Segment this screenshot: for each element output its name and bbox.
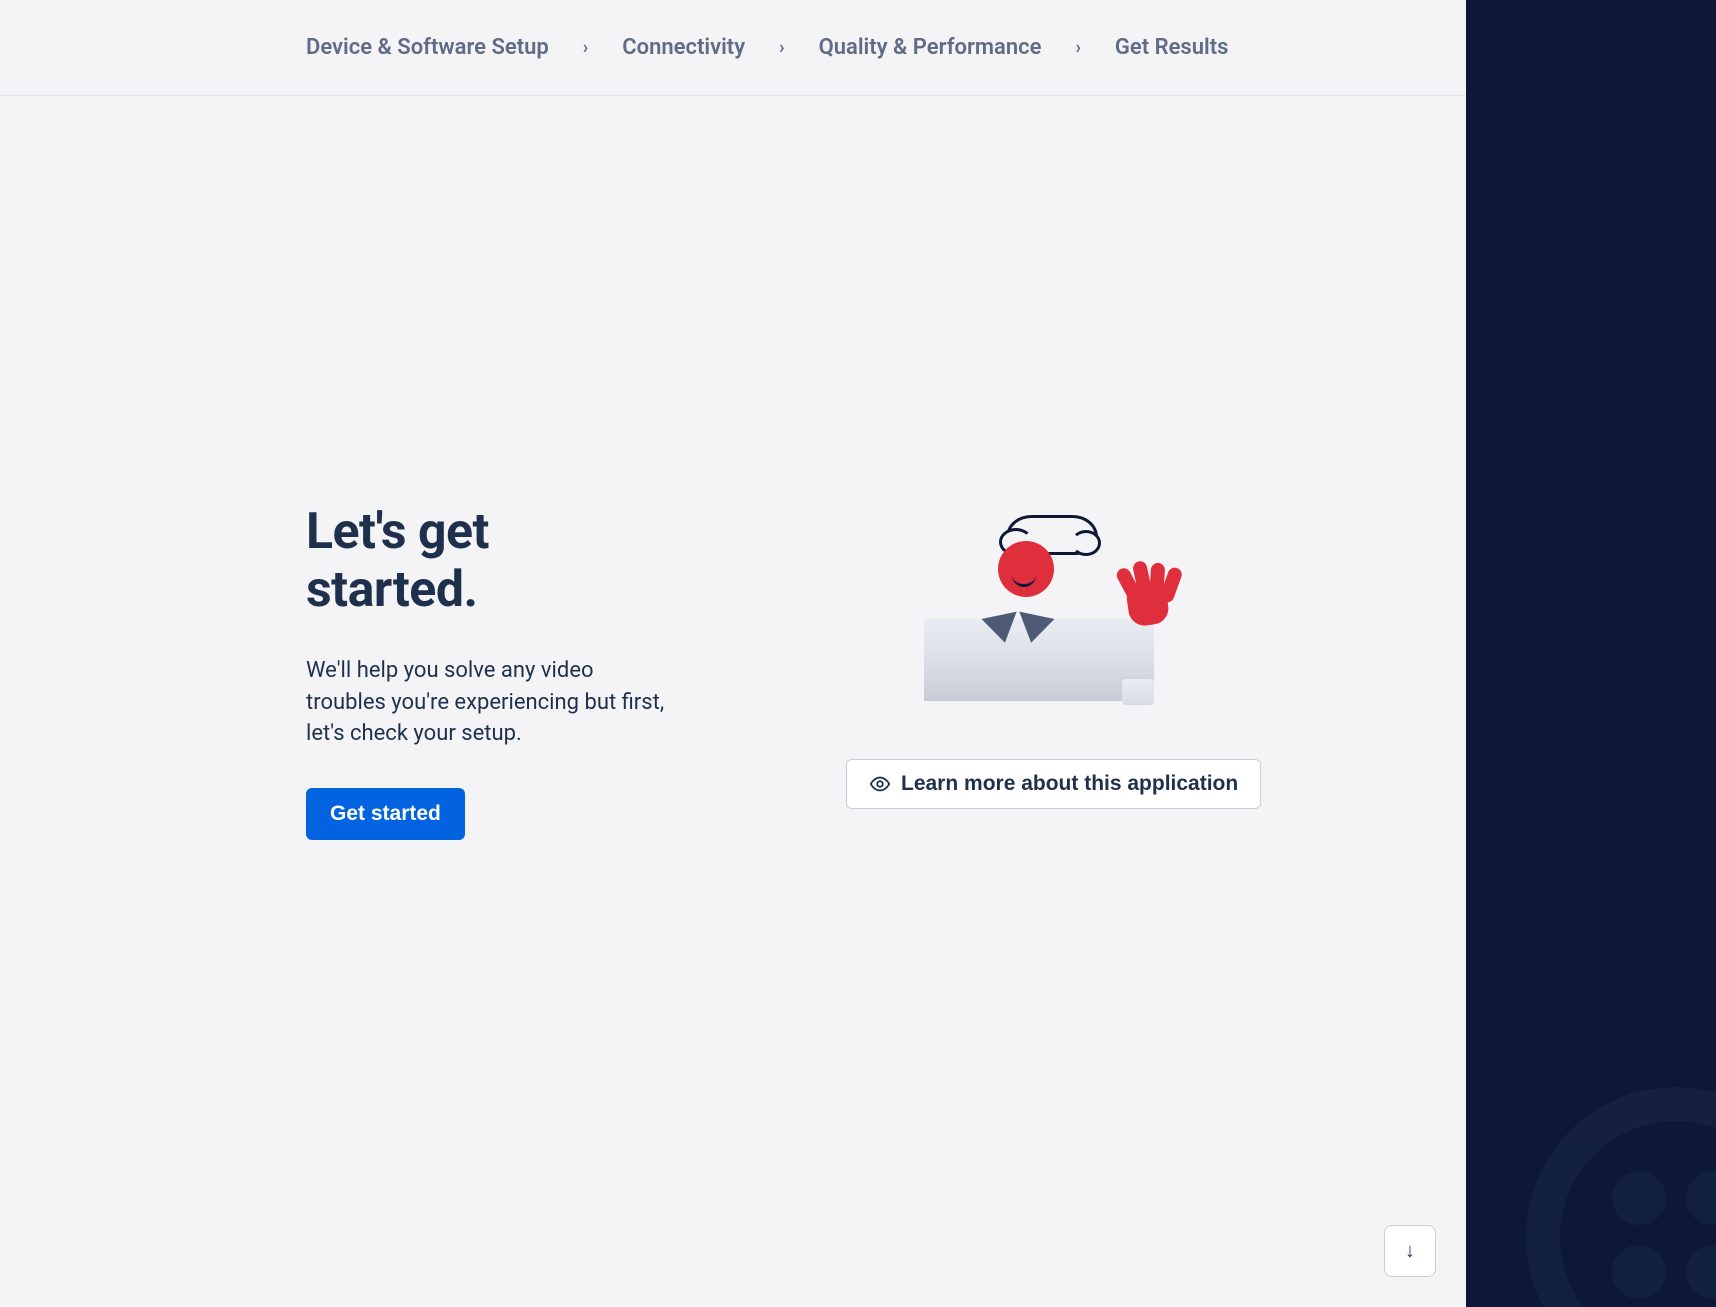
brand-sidebar	[1466, 0, 1716, 1307]
main-content: Let's get started. We'll help you solve …	[0, 96, 1466, 1307]
steps-bar: Device & Software Setup › Connectivity ›…	[0, 0, 1466, 96]
learn-more-label: Learn more about this application	[901, 772, 1238, 796]
step-connectivity[interactable]: Connectivity	[622, 35, 745, 60]
arrow-down-icon: ↓	[1405, 1240, 1415, 1263]
step-quality-performance[interactable]: Quality & Performance	[819, 35, 1042, 60]
page-description: We'll help you solve any video troubles …	[306, 655, 666, 751]
eye-icon	[869, 773, 891, 795]
waving-person-illustration	[924, 511, 1184, 701]
chevron-right-icon: ›	[1075, 39, 1080, 57]
step-get-results[interactable]: Get Results	[1115, 35, 1229, 60]
step-device-software[interactable]: Device & Software Setup	[306, 35, 549, 60]
get-started-button[interactable]: Get started	[306, 788, 465, 840]
chevron-right-icon: ›	[583, 39, 588, 57]
brand-logo-icon	[1526, 1087, 1716, 1307]
learn-more-button[interactable]: Learn more about this application	[846, 759, 1261, 809]
page-title: Let's get started.	[306, 503, 666, 619]
chevron-right-icon: ›	[779, 39, 784, 57]
scroll-down-button[interactable]: ↓	[1384, 1225, 1436, 1277]
